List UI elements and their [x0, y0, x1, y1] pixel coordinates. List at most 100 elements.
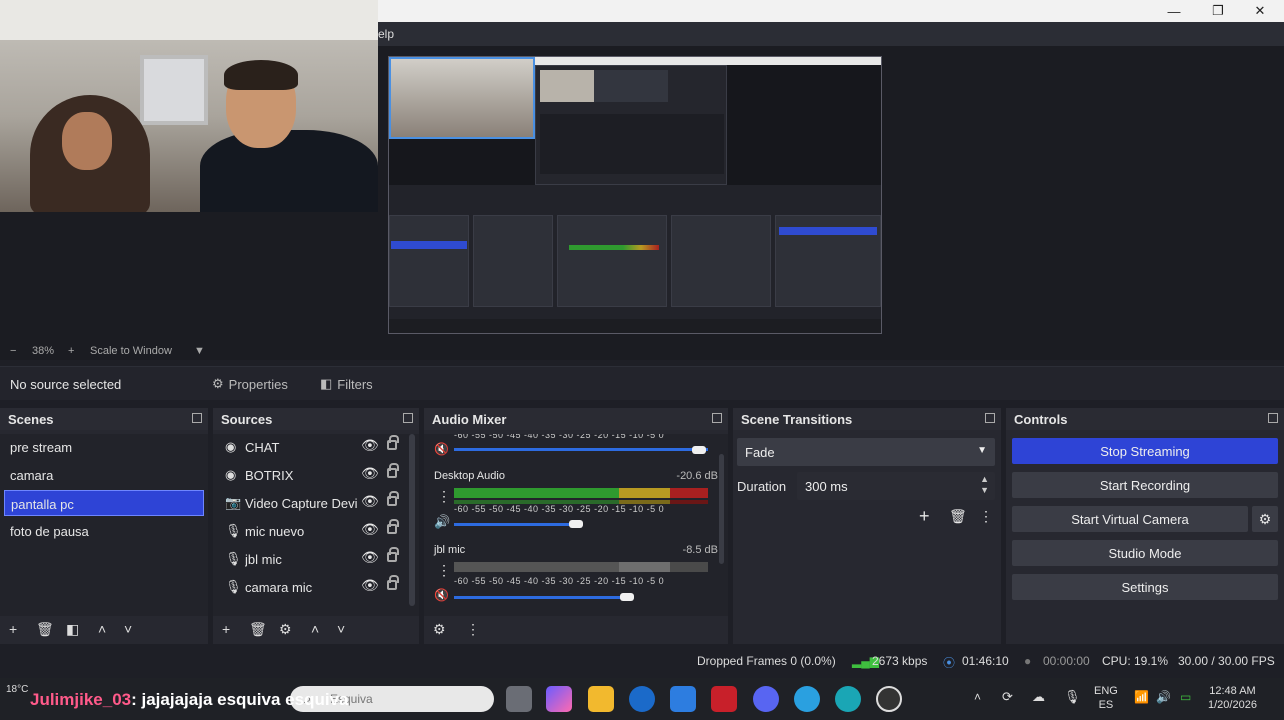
add-source-icon[interactable]: + — [222, 621, 230, 637]
scene-filters-icon[interactable]: ◧ — [66, 621, 79, 638]
discord-icon[interactable] — [753, 686, 779, 712]
source-item-chat[interactable]: ◉ CHAT 👁 — [217, 434, 413, 460]
advanced-audio-icon[interactable]: ⚙ — [433, 621, 446, 638]
edge-icon[interactable] — [835, 686, 861, 712]
speaker-icon[interactable]: 🔊 — [434, 514, 450, 530]
file-explorer-icon[interactable] — [588, 686, 614, 712]
volume-knob[interactable] — [620, 593, 634, 601]
chevron-down-icon[interactable]: ▼ — [194, 345, 205, 357]
close-button[interactable]: ✕ — [1238, 0, 1282, 22]
source-item-camara-mic[interactable]: 🎙 camara mic 👁 — [217, 574, 413, 600]
undock-icon[interactable] — [1268, 413, 1278, 423]
move-down-icon[interactable]: ˅ — [124, 621, 132, 637]
lock-icon[interactable] — [387, 575, 399, 590]
restore-button[interactable]: ❐ — [1196, 0, 1240, 22]
lock-icon[interactable] — [387, 519, 399, 534]
hp-icon[interactable] — [629, 686, 655, 712]
add-transition-icon[interactable]: + — [919, 506, 930, 527]
scale-mode-select[interactable]: Scale to Window — [90, 345, 172, 357]
transition-select[interactable]: Fade ▼ — [737, 438, 995, 466]
eye-icon[interactable]: 👁 — [361, 437, 379, 454]
gear-icon[interactable]: ⚙ — [1252, 506, 1278, 532]
stop-streaming-button[interactable]: Stop Streaming — [1012, 438, 1278, 464]
more-options-icon[interactable]: ⋮ — [979, 508, 993, 525]
scene-item-camara[interactable]: camara — [4, 462, 204, 488]
menu-help[interactable]: elp — [378, 27, 394, 41]
settings-button[interactable]: Settings — [1012, 574, 1278, 600]
mcafee-icon[interactable] — [711, 686, 737, 712]
source-item-botrix[interactable]: ◉ BOTRIX 👁 — [217, 462, 413, 488]
scene-item-pantalla-pc[interactable]: pantalla pc — [4, 490, 204, 516]
scene-item-foto-de-pausa[interactable]: foto de pausa — [4, 518, 204, 544]
start-recording-button[interactable]: Start Recording — [1012, 472, 1278, 498]
eye-icon[interactable]: 👁 — [361, 465, 379, 482]
stepper-arrows-icon[interactable]: ▲ ▼ — [980, 474, 989, 496]
undock-icon[interactable] — [192, 413, 202, 423]
source-item-jbl-mic[interactable]: 🎙 jbl mic 👁 — [217, 546, 413, 572]
eye-icon[interactable]: 👁 — [361, 493, 379, 510]
eye-icon[interactable]: 👁 — [361, 549, 379, 566]
eye-icon[interactable]: 👁 — [361, 521, 379, 538]
language-indicator[interactable]: ENG ES — [1094, 684, 1118, 712]
volume-knob[interactable] — [569, 520, 583, 528]
source-label: mic nuevo — [245, 524, 305, 539]
cloud-icon[interactable]: ☁ — [1032, 690, 1045, 704]
undock-icon[interactable] — [403, 413, 413, 423]
weather-widget[interactable]: 18°C — [6, 684, 28, 695]
start-virtual-camera-button[interactable]: Start Virtual Camera — [1012, 506, 1248, 532]
lock-icon[interactable] — [387, 435, 399, 450]
volume-icon[interactable]: 🔊 — [1156, 690, 1171, 704]
microphone-icon[interactable]: 🎙 — [1064, 690, 1081, 704]
preview-canvas[interactable] — [388, 56, 882, 334]
volume-slider[interactable] — [454, 523, 576, 526]
sources-scrollbar[interactable] — [409, 434, 415, 606]
lock-icon[interactable] — [387, 547, 399, 562]
zoom-in-button[interactable]: + — [68, 345, 74, 357]
source-label: camara mic — [245, 580, 313, 595]
scene-item-pre-stream[interactable]: pre stream — [4, 434, 204, 460]
wifi-icon[interactable]: 📶 — [1134, 690, 1149, 704]
source-item-video-capture[interactable]: 📷 Video Capture Device 👁 — [217, 490, 413, 516]
more-options-icon[interactable]: ⋮ — [466, 621, 480, 638]
lock-icon[interactable] — [387, 491, 399, 506]
add-scene-icon[interactable]: + — [9, 621, 17, 637]
move-down-icon[interactable]: ˅ — [337, 621, 345, 637]
battery-icon[interactable]: ▭ — [1180, 690, 1191, 704]
gear-icon[interactable]: ⚙ — [279, 621, 292, 638]
volume-knob[interactable] — [692, 446, 706, 454]
mixer-scrollbar[interactable] — [719, 454, 724, 564]
volume-slider[interactable] — [454, 596, 627, 599]
trash-icon[interactable]: 🗑 — [249, 621, 267, 638]
minimize-button[interactable]: — — [1152, 0, 1196, 22]
copilot-icon[interactable] — [546, 686, 572, 712]
duration-input[interactable]: 300 ms ▲ ▼ — [797, 472, 995, 500]
undock-icon[interactable] — [712, 413, 722, 423]
studio-mode-button[interactable]: Studio Mode — [1012, 540, 1278, 566]
more-options-icon[interactable]: ⋮ — [437, 562, 451, 579]
trash-icon[interactable]: 🗑 — [949, 508, 967, 525]
obs-icon[interactable] — [876, 686, 902, 712]
sync-icon[interactable]: ⟳ — [1002, 690, 1013, 704]
task-view-icon[interactable] — [506, 686, 532, 712]
chrome-icon[interactable] — [794, 686, 820, 712]
chevron-up-icon[interactable]: ˄ — [974, 690, 981, 704]
move-up-icon[interactable]: ˄ — [98, 621, 106, 637]
nested-preview — [535, 65, 727, 185]
source-item-mic-nuevo[interactable]: 🎙 mic nuevo 👁 — [217, 518, 413, 544]
mute-icon[interactable]: 🔇 — [434, 442, 449, 456]
store-icon[interactable] — [670, 686, 696, 712]
properties-button[interactable]: ⚙ Properties — [204, 373, 296, 395]
undock-icon[interactable] — [985, 413, 995, 423]
move-up-icon[interactable]: ˄ — [311, 621, 319, 637]
more-options-icon[interactable]: ⋮ — [437, 488, 451, 505]
trash-icon[interactable]: 🗑 — [36, 621, 54, 638]
mute-icon[interactable]: 🔇 — [434, 588, 449, 602]
lock-icon[interactable] — [387, 463, 399, 478]
eye-icon[interactable]: 👁 — [361, 577, 379, 594]
clock[interactable]: 12:48 AM 1/20/2026 — [1208, 684, 1257, 712]
volume-slider[interactable] — [454, 448, 708, 451]
audio-mixer-dock: Audio Mixer -60 -55 -50 -45 -40 -35 -30 … — [424, 408, 728, 644]
streaming-icon: ⦿ — [943, 656, 956, 670]
filters-button[interactable]: ◧ Filters — [312, 373, 381, 395]
zoom-out-button[interactable]: − — [10, 345, 16, 357]
